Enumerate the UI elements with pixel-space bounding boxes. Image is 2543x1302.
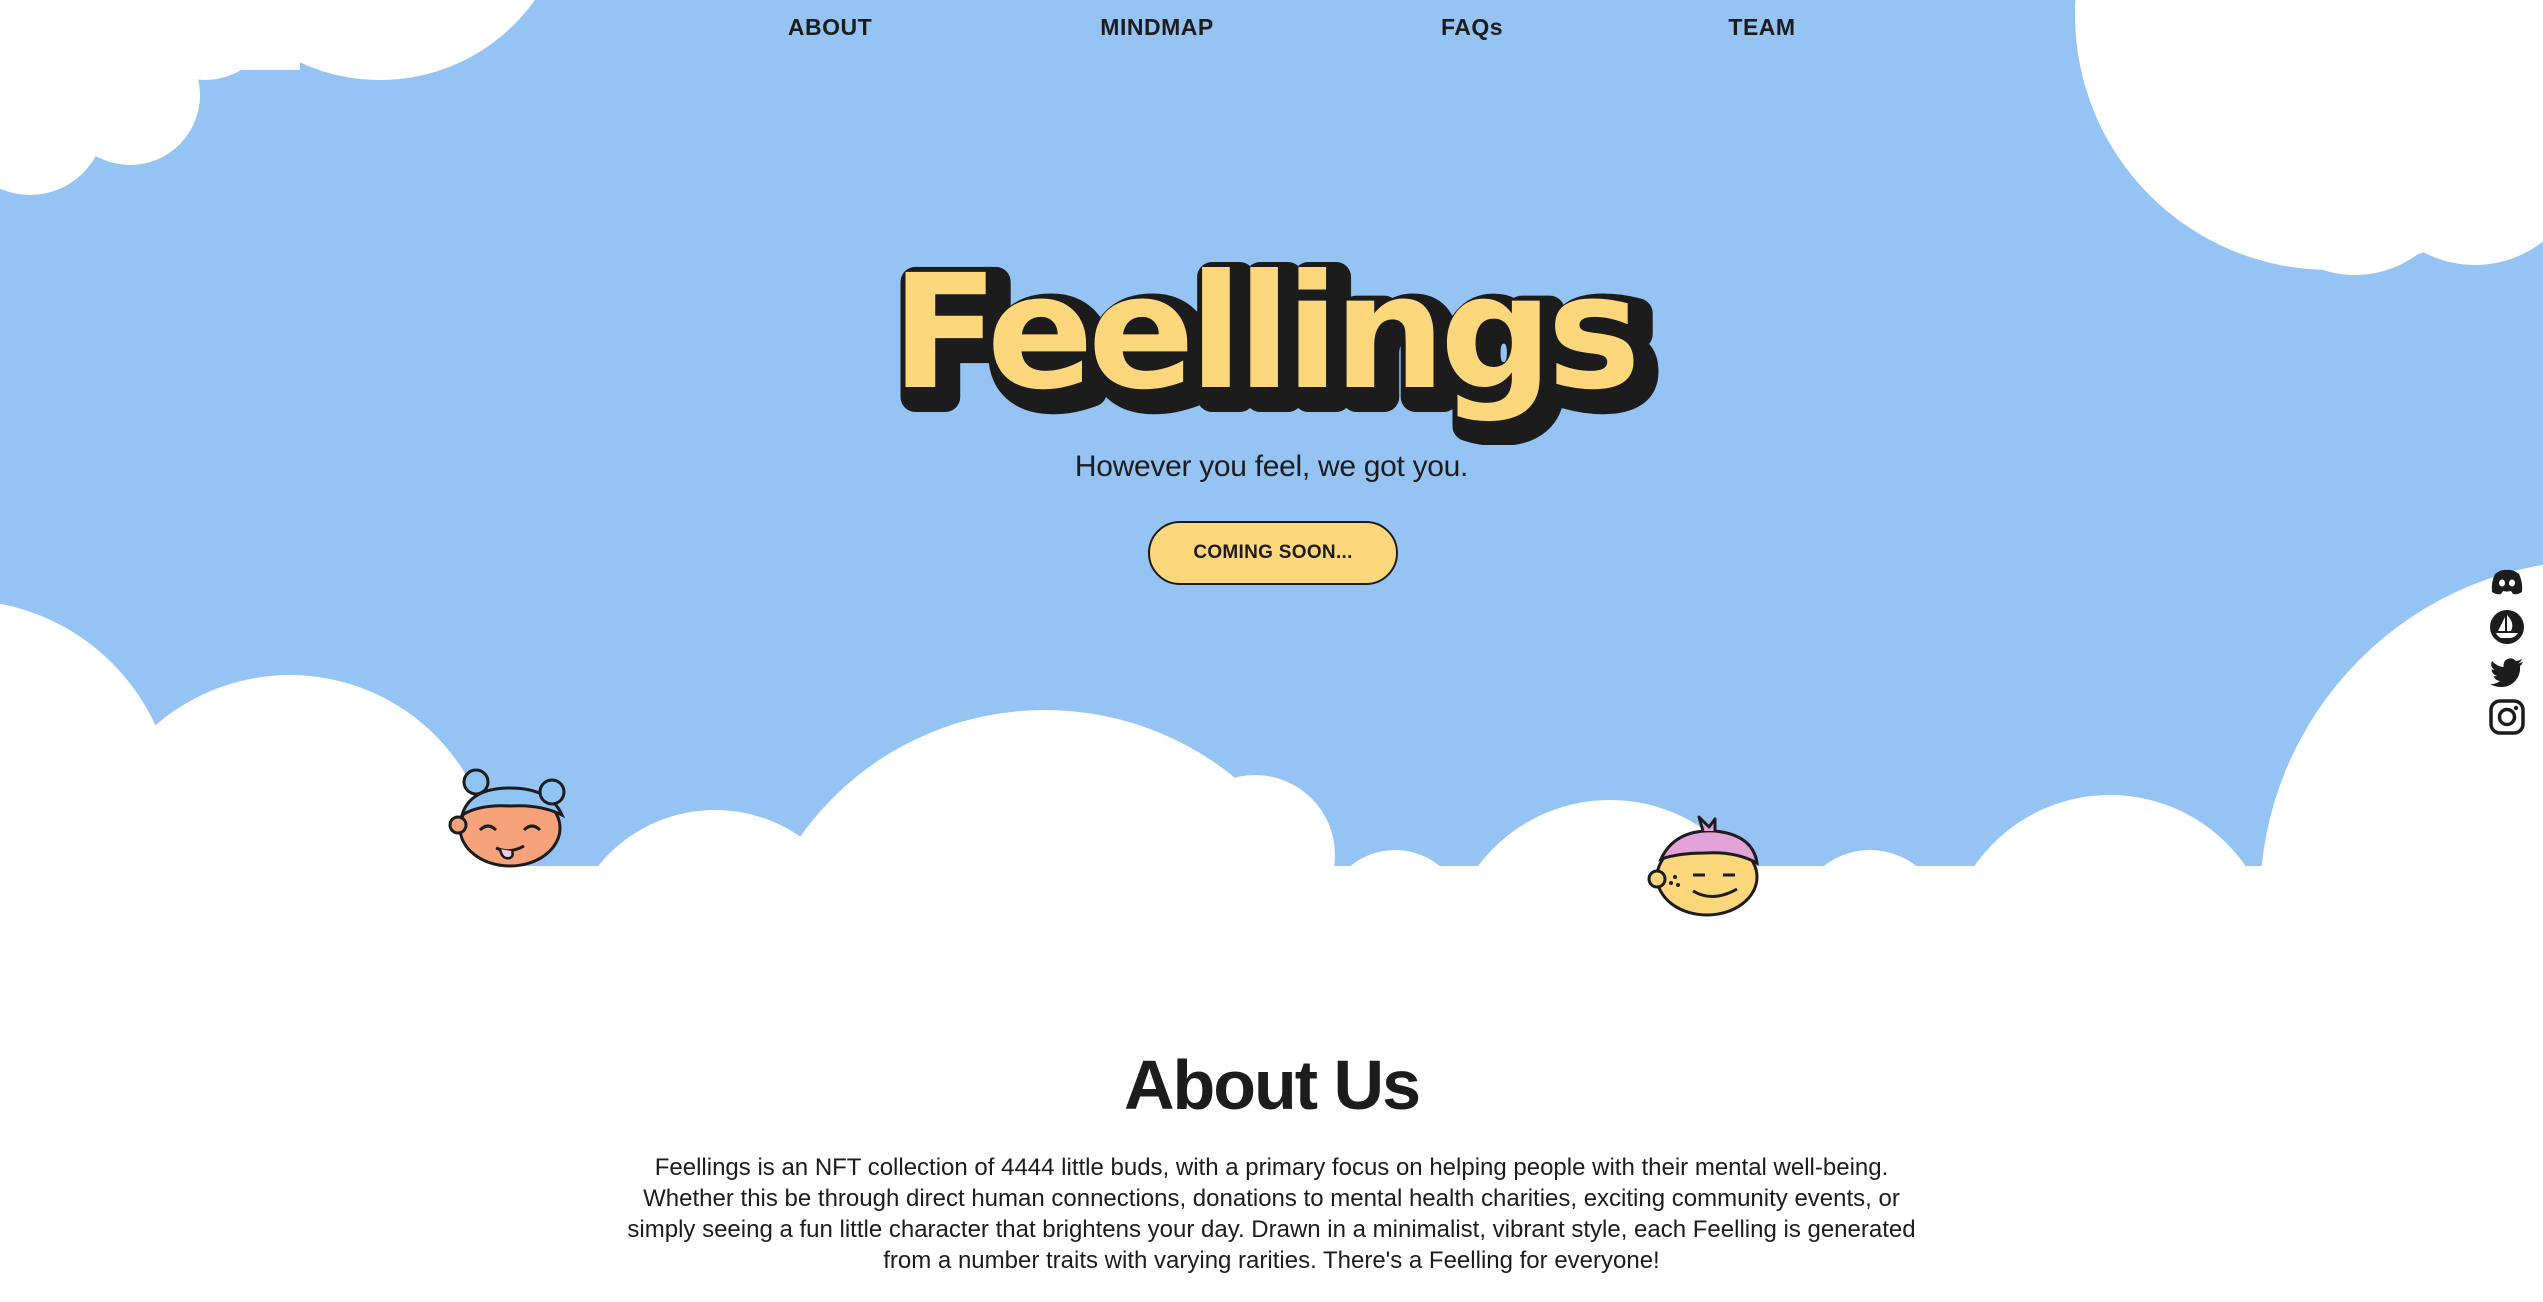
character-blue-hair xyxy=(448,768,566,868)
about-description: Feellings is an NFT collection of 4444 l… xyxy=(627,1154,1916,1274)
opensea-icon[interactable] xyxy=(2489,609,2525,645)
hero-logo: Feellings Feellings xyxy=(0,255,2543,445)
logo-text: Feellings xyxy=(891,255,1635,425)
discord-icon[interactable] xyxy=(2489,564,2525,600)
about-title: About Us xyxy=(1123,1046,1421,1124)
logo-wordmark: Feellings Feellings xyxy=(886,255,1666,445)
top-nav: ABOUT MINDMAP FAQs TEAM xyxy=(0,14,2543,48)
nav-mindmap-link[interactable]: MINDMAP xyxy=(1100,14,1213,41)
hero-tagline: However you feel, we got you. xyxy=(1074,450,1469,483)
coming-soon-button[interactable]: COMING SOON... xyxy=(1148,521,1398,585)
twitter-icon[interactable] xyxy=(2489,654,2525,690)
nav-team-link[interactable]: TEAM xyxy=(1728,14,1795,41)
nav-about-link[interactable]: ABOUT xyxy=(788,14,872,41)
hero-section: ABOUT MINDMAP FAQs TEAM Feellings Feelli… xyxy=(0,0,2543,960)
nav-faqs-link[interactable]: FAQs xyxy=(1441,14,1503,41)
instagram-icon[interactable] xyxy=(2489,699,2525,735)
character-pink-hair xyxy=(1647,815,1759,917)
